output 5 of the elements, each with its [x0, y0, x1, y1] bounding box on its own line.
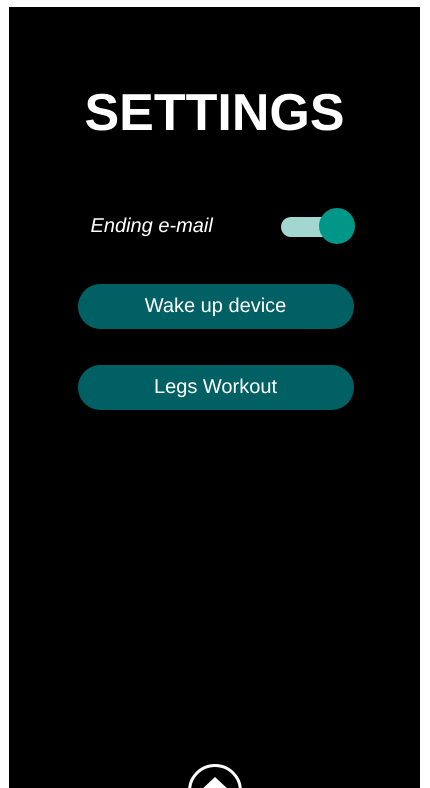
setting-label: Ending e-mail	[90, 214, 213, 238]
action-button[interactable]: Wake up device	[78, 284, 354, 329]
action-button[interactable]: Legs Workout	[78, 365, 354, 410]
toggle-switch[interactable]	[280, 208, 354, 244]
page-title: SETTINGS	[84, 83, 345, 143]
